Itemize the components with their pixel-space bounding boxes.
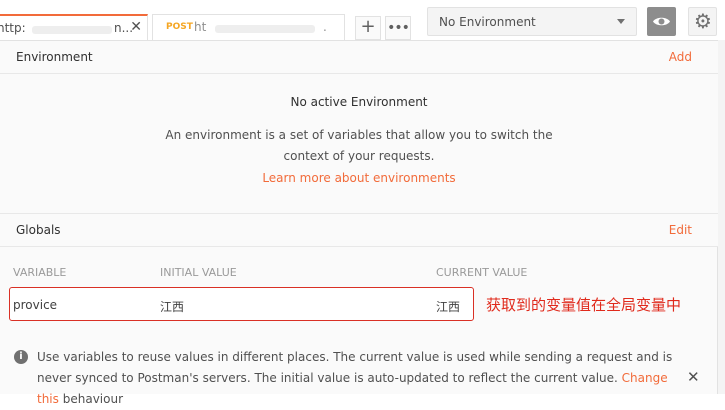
scrollbar[interactable] [718,40,725,394]
redacted-url [215,25,315,33]
eye-icon [653,17,670,26]
empty-state-description: An environment is a set of variables tha… [165,128,553,163]
column-header-current-value: CURRENT VALUE [436,266,528,279]
request-tab[interactable]: POST ht . [152,14,345,40]
environment-select-value: No Environment [439,15,536,29]
edit-globals-link[interactable]: Edit [669,223,692,237]
tab-url: http: [0,21,26,35]
table-row-highlight [9,287,474,321]
method-badge: POST [166,22,193,32]
annotation-text: 获取到的变量值在全局变量中 [486,296,682,314]
initial-value: 江西 [160,300,185,314]
new-tab-button[interactable]: + [355,16,381,40]
environment-empty-state: No active Environment An environment is … [0,74,718,214]
section-title: Environment [16,50,93,64]
info-icon: i [14,350,28,364]
tab-url-suffix: . [323,20,327,34]
tab-url: ht [194,20,207,34]
request-tab[interactable]: http: n... ✕ [0,14,148,40]
close-icon[interactable]: ✕ [130,19,142,35]
gear-icon: ⚙ [694,9,712,33]
column-header-variable: VARIABLE [13,266,67,279]
chevron-down-icon [617,19,625,24]
tab-bar: http: n... ✕ POST ht . + ••• No Environm… [0,0,725,40]
globals-section-header: Globals Edit [0,214,718,247]
close-icon[interactable]: ✕ [687,368,700,386]
column-header-initial-value: INITIAL VALUE [160,266,237,279]
more-tabs-button[interactable]: ••• [385,16,411,40]
info-message: Use variables to reuse values in differe… [37,350,673,406]
environment-quick-look-button[interactable] [647,7,676,36]
add-environment-link[interactable]: Add [669,50,692,64]
variable-name: provice [13,298,58,312]
environment-select[interactable]: No Environment [427,7,637,36]
current-value: 江西 [436,300,461,314]
manage-environments-button[interactable]: ⚙ [688,7,717,36]
redacted-url [32,26,112,34]
empty-state-title: No active Environment [290,95,428,109]
learn-more-link[interactable]: Learn more about environments [262,171,455,185]
section-title: Globals [16,223,61,237]
environment-section-header: Environment Add [0,41,718,74]
